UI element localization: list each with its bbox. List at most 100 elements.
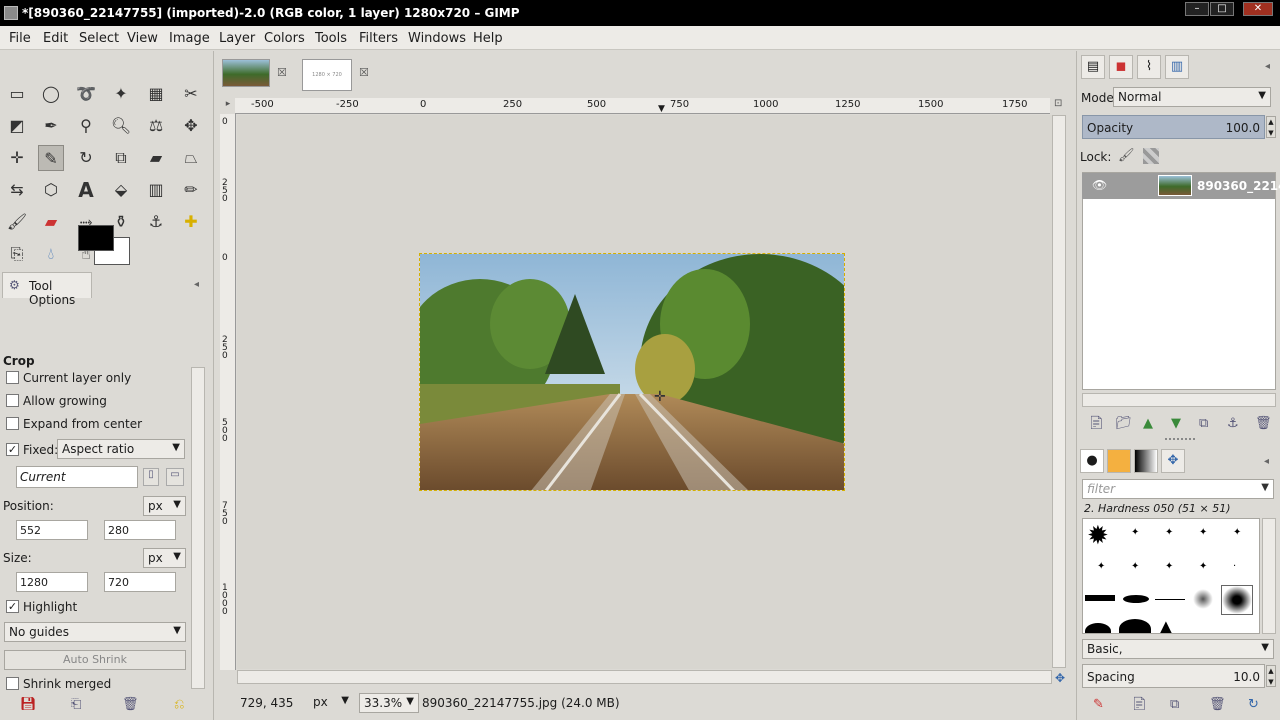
status-unit-select[interactable]: px ▼ — [309, 693, 353, 713]
menu-view[interactable]: View — [127, 31, 158, 46]
refresh-brushes-icon[interactable]: ↻ — [1248, 697, 1259, 712]
brush-dot[interactable]: ✦ — [1233, 527, 1241, 538]
size-h-input[interactable]: 720 — [104, 572, 176, 592]
tab-layers[interactable]: ▤ — [1081, 55, 1105, 79]
ratio-input[interactable]: Current — [16, 466, 138, 488]
expand-from-center-checkbox[interactable] — [6, 417, 19, 430]
brush-star[interactable]: ✹ — [1087, 521, 1109, 551]
tab-gradients[interactable] — [1134, 449, 1158, 473]
opacity-slider[interactable]: Opacity 100.0 — [1082, 115, 1265, 139]
perspective-icon[interactable]: ⏢ — [178, 145, 204, 171]
highlight-checkbox[interactable]: ✓ — [6, 600, 19, 613]
landscape-icon[interactable]: ▭ — [166, 468, 184, 486]
size-unit-select[interactable]: px ▼ — [143, 548, 186, 568]
measure-icon[interactable]: ⚖ — [143, 113, 169, 139]
canvas-horizontal-scrollbar[interactable] — [237, 670, 1052, 684]
menu-select[interactable]: Select — [79, 31, 119, 46]
move-icon[interactable]: ✥ — [178, 113, 204, 139]
delete-layer-icon[interactable]: 🗑︎ — [1255, 416, 1272, 431]
brush-dot[interactable]: ✦ — [1165, 527, 1173, 538]
menu-help[interactable]: Help — [473, 31, 503, 46]
size-w-input[interactable]: 1280 — [16, 572, 88, 592]
scale-icon[interactable]: ⧉ — [108, 145, 134, 171]
position-x-input[interactable]: 552 — [16, 520, 88, 540]
menu-layer[interactable]: Layer — [219, 31, 255, 46]
brush-soft[interactable] — [1193, 589, 1213, 609]
brush-dot[interactable]: ✦ — [1165, 561, 1173, 572]
panel-menu-icon[interactable]: ◂ — [1265, 61, 1270, 72]
foreground-color-front[interactable] — [78, 225, 114, 251]
edit-brush-icon[interactable]: ✎ — [1093, 697, 1104, 712]
layers-horizontal-scrollbar[interactable] — [1082, 393, 1276, 407]
new-brush-icon[interactable]: 📄︎ — [1131, 697, 1148, 712]
opacity-spinner[interactable]: ▲ ▼ — [1266, 116, 1276, 138]
raise-layer-icon[interactable]: ▲ — [1143, 416, 1153, 431]
anchor-layer-icon[interactable]: ⚓ — [1227, 416, 1239, 431]
shrink-merged-checkbox[interactable] — [6, 677, 19, 690]
image-tab-photo[interactable] — [222, 59, 270, 87]
panel-menu-icon[interactable]: ◂ — [194, 279, 199, 290]
clone-icon[interactable]: ⚓ — [143, 209, 169, 235]
quick-mask-icon[interactable]: ▸ — [221, 99, 235, 113]
heal-icon[interactable]: ✚ — [178, 209, 204, 235]
save-options-icon[interactable]: 💾︎ — [20, 697, 37, 712]
brush-splash[interactable]: ▲ — [1159, 617, 1173, 633]
tab-tool-presets[interactable]: ✥ — [1161, 449, 1185, 473]
layer-row[interactable]: 👁︎ 890360_2214 — [1082, 173, 1280, 199]
cage-transform-icon[interactable]: ⬡ — [38, 177, 64, 203]
brush-preset-select[interactable]: Basic, ▼ — [1082, 639, 1274, 659]
flip-icon[interactable]: ⇆ — [4, 177, 30, 203]
foreground-select-icon[interactable]: ◩ — [4, 113, 30, 139]
maximize-button[interactable]: □ — [1210, 2, 1234, 16]
pencil-icon[interactable]: ✏ — [178, 177, 204, 203]
canvas-vertical-scrollbar[interactable] — [1052, 115, 1066, 668]
eraser-icon[interactable]: ▰ — [38, 209, 64, 235]
minimize-button[interactable]: – — [1185, 2, 1209, 16]
close-icon[interactable]: ☒ — [359, 66, 369, 79]
text-icon[interactable]: A — [73, 177, 99, 203]
brush-ellipse[interactable] — [1123, 595, 1149, 603]
menu-image[interactable]: Image — [169, 31, 210, 46]
blur-icon[interactable]: 💧︎ — [38, 241, 64, 267]
scissors-select-icon[interactable]: ✂ — [178, 81, 204, 107]
brush-dot[interactable]: ✦ — [1097, 561, 1105, 572]
position-unit-select[interactable]: px ▼ — [143, 496, 186, 516]
lock-alpha-icon[interactable] — [1143, 148, 1159, 164]
zoom-select[interactable]: 33.3% ▼ — [359, 693, 419, 713]
new-layer-group-icon[interactable]: 📁︎ — [1115, 416, 1132, 431]
spacing-slider[interactable]: Spacing 10.0 — [1082, 664, 1265, 688]
zoom-fit-icon[interactable]: ⊡ — [1054, 98, 1062, 109]
allow-growing-checkbox[interactable] — [6, 394, 19, 407]
color-select-icon[interactable]: ▦ — [143, 81, 169, 107]
brush-large[interactable] — [1085, 623, 1111, 633]
brush-dot[interactable]: ✦ — [1199, 527, 1207, 538]
image-tab-blank[interactable]: 1280 × 720 — [302, 59, 352, 91]
duplicate-brush-icon[interactable]: ⧉ — [1170, 697, 1179, 712]
bucket-fill-icon[interactable]: ⬙ — [108, 177, 134, 203]
navigate-icon[interactable]: ✥ — [1055, 671, 1065, 685]
tab-undo-history[interactable]: ▥ — [1165, 55, 1189, 79]
fuzzy-select-icon[interactable]: ✦ — [108, 81, 134, 107]
brush-line[interactable] — [1155, 599, 1185, 600]
brush-large[interactable] — [1119, 619, 1151, 633]
brush-dot[interactable]: ✦ — [1199, 561, 1207, 572]
fixed-mode-select[interactable]: Aspect ratio ▼ — [57, 439, 185, 459]
new-layer-icon[interactable]: 📄︎ — [1088, 416, 1105, 431]
brush-selected-hardness[interactable] — [1221, 585, 1253, 615]
perspective-clone-icon[interactable]: ⎘ — [4, 241, 30, 267]
menu-edit[interactable]: Edit — [43, 31, 68, 46]
brushes-scrollbar[interactable] — [1262, 518, 1276, 634]
auto-shrink-button[interactable]: Auto Shrink — [4, 650, 186, 670]
menu-filters[interactable]: Filters — [359, 31, 398, 46]
lock-pixels-icon[interactable]: 🖌︎ — [1118, 148, 1135, 163]
brush-dot[interactable]: ✦ — [1131, 527, 1139, 538]
lower-layer-icon[interactable]: ▼ — [1171, 416, 1181, 431]
paintbrush-icon[interactable]: 🖌︎ — [4, 209, 30, 235]
brushes-grid[interactable]: ✹ ✦ ✦ ✦ ✦ ✦ ✦ ✦ ✦ · ▲ — [1082, 518, 1260, 634]
brush-dot[interactable]: · — [1233, 561, 1236, 572]
paths-icon[interactable]: ✒ — [38, 113, 64, 139]
menu-colors[interactable]: Colors — [264, 31, 305, 46]
eye-visibility-icon[interactable]: 👁︎ — [1092, 178, 1107, 192]
gimp-app-icon[interactable] — [4, 6, 18, 20]
tab-tool-options[interactable]: ⚙ Tool Options — [2, 272, 92, 307]
